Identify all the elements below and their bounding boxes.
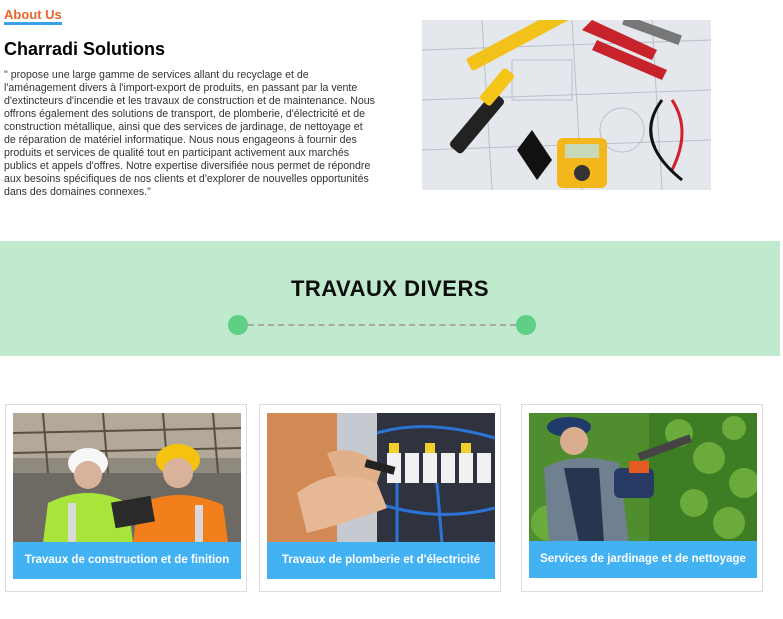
construction-workers-image [13,413,241,543]
divider-dashed-line [248,324,516,326]
electrician-image [267,413,495,543]
service-card-construction[interactable]: Travaux de construction et de finition [5,404,247,592]
service-card-plomberie-electricite[interactable]: Travaux de plomberie et d'électricité [259,404,501,592]
gardener-image [529,413,757,543]
about-us-link[interactable]: About Us [4,8,62,25]
divider-dot-left-icon [228,315,248,335]
service-label: Services de jardinage et de nettoyage [529,541,757,578]
service-label: Travaux de plomberie et d'électricité [267,542,495,579]
service-card-jardinage-nettoyage[interactable]: Services de jardinage et de nettoyage [521,404,763,592]
service-label: Travaux de construction et de finition [13,542,241,579]
section-title: TRAVAUX DIVERS [290,276,490,301]
company-name: Charradi Solutions [4,39,166,59]
travaux-divers-banner: TRAVAUX DIVERS [0,241,780,356]
section-divider [228,315,536,335]
divider-dot-right-icon [516,315,536,335]
tools-hero-image [422,20,711,190]
company-description: " propose une large gamme de services al… [4,69,375,198]
